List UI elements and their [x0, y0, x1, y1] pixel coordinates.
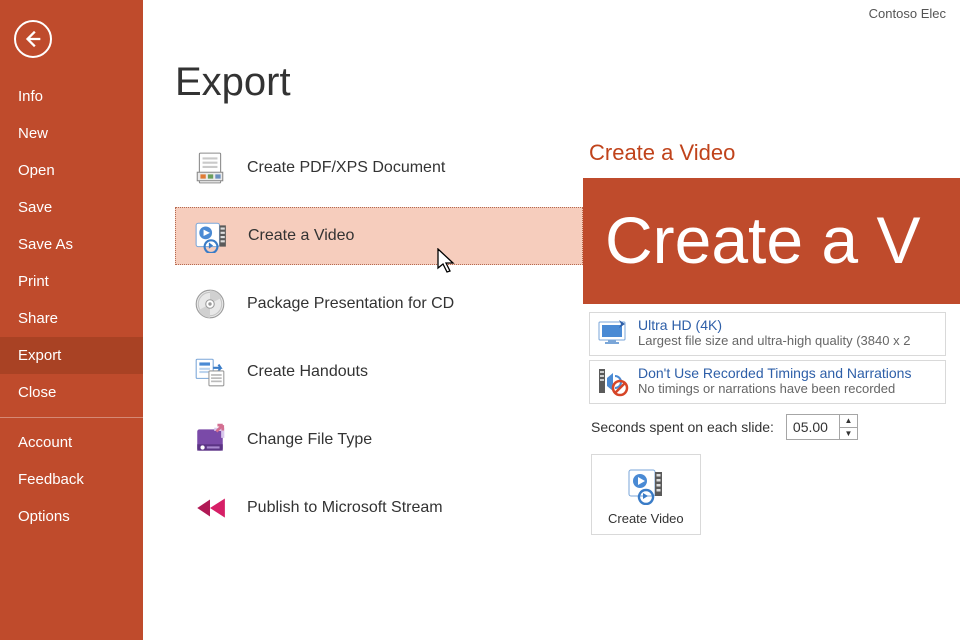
overlay-banner: Create a V: [583, 178, 960, 304]
export-option-create-video[interactable]: Create a Video: [175, 207, 583, 265]
detail-heading: Create a Video: [589, 140, 960, 166]
file-menu-sidebar: Info New Open Save Save As Print Share E…: [0, 0, 143, 640]
option-label: Package Presentation for CD: [247, 295, 454, 313]
quality-title: Ultra HD (4K): [638, 317, 939, 333]
timings-title: Don't Use Recorded Timings and Narration…: [638, 365, 939, 381]
mouse-cursor-icon: [436, 248, 458, 274]
option-label: Change File Type: [247, 431, 372, 449]
handouts-icon: [191, 353, 229, 391]
sidebar-item-feedback[interactable]: Feedback: [0, 461, 143, 498]
export-options-column: Export Create PDF/XPS Document Create a …: [143, 0, 583, 640]
app-root: Info New Open Save Save As Print Share E…: [0, 0, 960, 640]
seconds-label: Seconds spent on each slide:: [591, 419, 774, 435]
cd-icon: [191, 285, 229, 323]
export-option-pdfxps[interactable]: Create PDF/XPS Document: [175, 139, 583, 197]
timings-desc: No timings or narrations have been recor…: [638, 381, 939, 396]
content-area: Contoso Elec Export Create PDF/XPS Docum…: [143, 0, 960, 640]
sidebar-item-options[interactable]: Options: [0, 498, 143, 535]
sidebar-divider: [0, 417, 143, 418]
video-settings: Ultra HD (4K) Largest file size and ultr…: [583, 304, 960, 535]
sidebar-item-open[interactable]: Open: [0, 152, 143, 189]
sidebar-item-export[interactable]: Export: [0, 337, 143, 374]
export-option-publish-stream[interactable]: Publish to Microsoft Stream: [175, 479, 583, 537]
sidebar-item-account[interactable]: Account: [0, 424, 143, 461]
seconds-spinner[interactable]: 05.00 ▲ ▼: [786, 414, 858, 440]
pdfxps-icon: [191, 149, 229, 187]
video-icon: [192, 217, 230, 255]
option-label: Publish to Microsoft Stream: [247, 499, 443, 517]
back-button[interactable]: [14, 20, 52, 58]
option-label: Create PDF/XPS Document: [247, 159, 445, 177]
create-video-label: Create Video: [608, 511, 684, 526]
spinner-down-button[interactable]: ▼: [840, 428, 857, 440]
quality-desc: Largest file size and ultra-high quality…: [638, 333, 939, 348]
monitor-4k-icon: [596, 317, 630, 351]
seconds-value[interactable]: 05.00: [787, 415, 839, 439]
option-label: Create a Video: [248, 227, 354, 245]
spinner-up-button[interactable]: ▲: [840, 415, 857, 428]
narration-disabled-icon: [596, 365, 630, 399]
page-title: Export: [175, 60, 583, 105]
export-detail-column: Create a Video Create a V Ultra HD (4K) …: [583, 0, 960, 640]
sidebar-item-print[interactable]: Print: [0, 263, 143, 300]
create-video-button[interactable]: Create Video: [591, 454, 701, 535]
filetype-icon: [191, 421, 229, 459]
video-quality-dropdown[interactable]: Ultra HD (4K) Largest file size and ultr…: [589, 312, 946, 356]
seconds-per-slide-row: Seconds spent on each slide: 05.00 ▲ ▼: [591, 414, 946, 440]
export-option-package-cd[interactable]: Package Presentation for CD: [175, 275, 583, 333]
arrow-left-icon: [22, 28, 44, 50]
sidebar-item-close[interactable]: Close: [0, 374, 143, 411]
stream-icon: [191, 489, 229, 527]
sidebar-item-share[interactable]: Share: [0, 300, 143, 337]
sidebar-item-save[interactable]: Save: [0, 189, 143, 226]
option-label: Create Handouts: [247, 363, 368, 381]
timings-narrations-dropdown[interactable]: Don't Use Recorded Timings and Narration…: [589, 360, 946, 404]
sidebar-item-saveas[interactable]: Save As: [0, 226, 143, 263]
export-option-handouts[interactable]: Create Handouts: [175, 343, 583, 401]
sidebar-item-info[interactable]: Info: [0, 78, 143, 115]
video-icon: [626, 465, 666, 505]
export-option-change-file-type[interactable]: Change File Type: [175, 411, 583, 469]
sidebar-item-new[interactable]: New: [0, 115, 143, 152]
